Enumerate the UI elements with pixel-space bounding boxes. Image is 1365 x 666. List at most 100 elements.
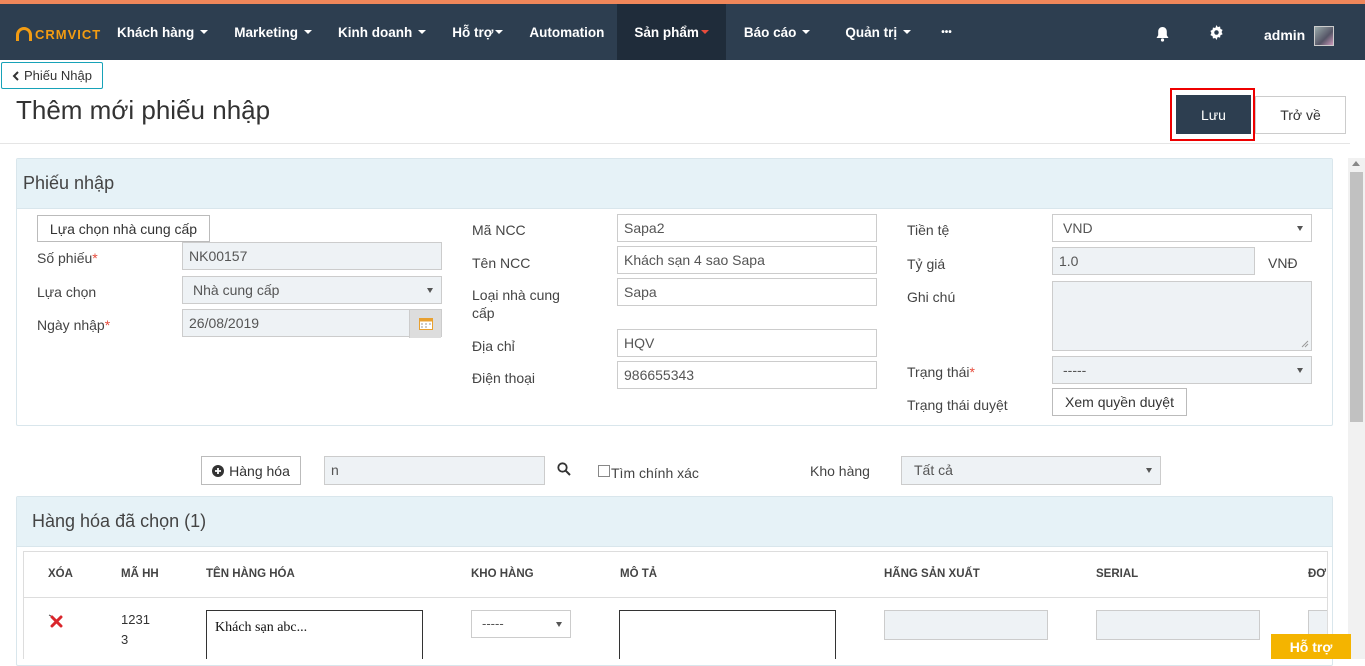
col-kho-hang: KHO HÀNG bbox=[471, 568, 534, 580]
view-approval-button[interactable]: Xem quyền duyệt bbox=[1052, 388, 1187, 416]
logo[interactable]: CRMVICT bbox=[16, 24, 101, 44]
nav-label: Khách hàng bbox=[117, 24, 195, 40]
search-icon[interactable] bbox=[557, 462, 571, 479]
dien-thoai-input[interactable]: 986655343 bbox=[617, 361, 877, 389]
nav-more[interactable]: ••• bbox=[928, 4, 965, 60]
breadcrumb-back[interactable]: Phiếu Nhập bbox=[1, 62, 103, 89]
loai-ncc-input[interactable]: Sapa bbox=[617, 278, 877, 306]
ma-ncc-input[interactable]: Sapa2 bbox=[617, 214, 877, 242]
warehouse-label: Kho hàng bbox=[810, 463, 870, 479]
panel-title: Phiếu nhập bbox=[17, 159, 1332, 209]
warehouse-select[interactable]: Tất cả bbox=[901, 456, 1161, 485]
manufacturer-input[interactable] bbox=[884, 610, 1048, 640]
ma-ncc-label: Mã NCC bbox=[472, 222, 526, 238]
plus-circle-icon bbox=[212, 464, 225, 477]
nav-label: Automation bbox=[529, 24, 605, 40]
nav-quan-tri[interactable]: Quản trị bbox=[828, 4, 928, 60]
so-phieu-label: Số phiếu* bbox=[37, 249, 98, 267]
nav-san-pham[interactable]: Sản phẩm bbox=[617, 4, 726, 60]
row-warehouse-select[interactable]: ----- bbox=[471, 610, 571, 638]
so-phieu-input[interactable]: NK00157 bbox=[182, 242, 442, 270]
select-value: Tất cả bbox=[914, 462, 953, 478]
dropdown-arrow-icon bbox=[1297, 368, 1303, 373]
select-value: Nhà cung cấp bbox=[193, 282, 280, 298]
nav-label: Báo cáo bbox=[743, 24, 797, 40]
loai-ncc-label: Loại nhà cung cấp bbox=[472, 287, 560, 321]
ngay-nhap-label: Ngày nhập* bbox=[37, 316, 110, 334]
required-mark: * bbox=[92, 250, 98, 266]
avatar[interactable] bbox=[1314, 26, 1334, 46]
tien-te-select[interactable]: VND bbox=[1052, 214, 1312, 242]
chevron-down-icon bbox=[903, 30, 912, 34]
user-name[interactable]: admin bbox=[1264, 27, 1305, 43]
goods-search-input[interactable]: n bbox=[324, 456, 545, 485]
page-title: Thêm mới phiếu nhập bbox=[16, 95, 271, 125]
nav-label: Quản trị bbox=[845, 24, 898, 40]
dropdown-arrow-icon bbox=[556, 622, 562, 627]
ghi-chu-textarea[interactable] bbox=[1052, 281, 1312, 351]
nav-automation[interactable]: Automation bbox=[516, 4, 617, 60]
nav-marketing[interactable]: Marketing bbox=[221, 4, 325, 60]
back-button[interactable]: Trở về bbox=[1255, 96, 1346, 134]
lua-chon-label: Lựa chọn bbox=[37, 284, 97, 300]
col-ma-hh: MÃ HH bbox=[121, 568, 159, 580]
calendar-icon[interactable] bbox=[409, 310, 441, 338]
gear-icon[interactable] bbox=[1209, 25, 1224, 43]
ty-gia-input[interactable]: 1.0 bbox=[1052, 247, 1255, 275]
chevron-down-icon bbox=[495, 30, 504, 34]
col-hang-san-xuat: HÃNG SẢN XUẤT bbox=[884, 568, 980, 580]
select-value: VND bbox=[1063, 220, 1093, 236]
dropdown-arrow-icon bbox=[1146, 468, 1152, 473]
dropdown-arrow-icon bbox=[427, 288, 433, 293]
label-text: Số phiếu bbox=[37, 250, 93, 266]
trang-thai-duyet-label: Trạng thái duyệt bbox=[907, 397, 1008, 413]
col-serial: SERIAL bbox=[1096, 568, 1139, 580]
input-value: 26/08/2019 bbox=[189, 315, 260, 331]
scroll-thumb[interactable] bbox=[1350, 172, 1363, 422]
dropdown-arrow-icon bbox=[1297, 226, 1303, 231]
dia-chi-input[interactable]: HQV bbox=[617, 329, 877, 357]
add-goods-button[interactable]: Hàng hóa bbox=[201, 456, 301, 485]
scroll-up-icon[interactable] bbox=[1352, 161, 1360, 166]
chevron-down-icon bbox=[802, 30, 811, 34]
ten-ncc-input[interactable]: Khách sạn 4 sao Sapa bbox=[617, 246, 877, 274]
support-button[interactable]: Hỗ trợ bbox=[1271, 634, 1351, 659]
trang-thai-select[interactable]: ----- bbox=[1052, 356, 1312, 384]
main-nav: Khách hàng Marketing Kinh doanh Hỗ trợ A… bbox=[104, 4, 965, 60]
resize-handle-icon bbox=[1301, 340, 1309, 348]
ngay-nhap-input[interactable]: 26/08/2019 bbox=[182, 309, 442, 338]
nav-bao-cao[interactable]: Báo cáo bbox=[726, 4, 829, 60]
trang-thai-label: Trạng thái* bbox=[907, 363, 975, 381]
delete-row-icon[interactable] bbox=[48, 614, 64, 631]
chevron-left-icon bbox=[12, 70, 19, 81]
logo-text: CRMVICT bbox=[35, 26, 102, 42]
ty-gia-label: Tỷ giá bbox=[907, 256, 946, 272]
top-navbar: CRMVICT Khách hàng Marketing Kinh doanh … bbox=[0, 0, 1365, 60]
nav-label: Kinh doanh bbox=[338, 24, 413, 40]
chevron-down-icon bbox=[418, 30, 427, 34]
goods-code-cont: 3 bbox=[121, 632, 129, 647]
goods-name-textarea[interactable]: Khách sạn abc... bbox=[206, 610, 423, 659]
tien-te-label: Tiền tệ bbox=[907, 222, 950, 238]
ghi-chu-label: Ghi chú bbox=[907, 289, 956, 305]
serial-input[interactable] bbox=[1096, 610, 1260, 640]
description-textarea[interactable] bbox=[619, 610, 836, 659]
nav-khach-hang[interactable]: Khách hàng bbox=[104, 4, 221, 60]
exact-match-checkbox[interactable] bbox=[598, 465, 610, 477]
scrollbar[interactable] bbox=[1348, 158, 1365, 659]
more-icon: ••• bbox=[941, 26, 952, 38]
save-button[interactable]: Lưu bbox=[1176, 95, 1251, 134]
lua-chon-select[interactable]: Nhà cung cấp bbox=[182, 276, 442, 304]
panel-title: Hàng hóa đã chọn (1) bbox=[17, 497, 1332, 547]
nav-label: Hỗ trợ bbox=[452, 24, 494, 40]
bell-icon[interactable] bbox=[1155, 26, 1170, 45]
dia-chi-label: Địa chỉ bbox=[472, 338, 515, 354]
choose-supplier-button[interactable]: Lựa chọn nhà cung cấp bbox=[37, 215, 210, 242]
col-ten-hang-hoa: TÊN HÀNG HÓA bbox=[206, 568, 295, 580]
ten-ncc-label: Tên NCC bbox=[472, 255, 531, 271]
nav-kinh-doanh[interactable]: Kinh doanh bbox=[325, 4, 439, 60]
nav-ho-tro[interactable]: Hỗ trợ bbox=[439, 4, 516, 60]
save-highlight: Lưu bbox=[1170, 88, 1255, 141]
nav-label: Marketing bbox=[234, 24, 299, 40]
button-label: Hàng hóa bbox=[229, 462, 290, 479]
